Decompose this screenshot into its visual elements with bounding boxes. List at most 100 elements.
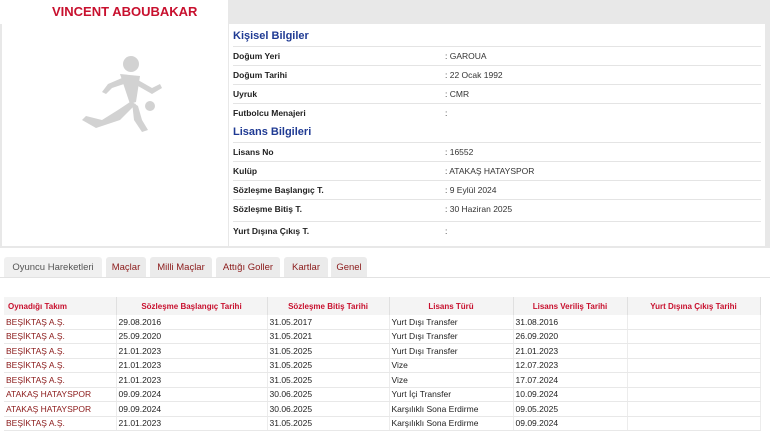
license-date-cell: 09.05.2025 — [513, 401, 628, 417]
abroad-exit-cell — [627, 358, 761, 373]
info-row-contract-end: Sözleşme Bitiş T. : 30 Haziran 2025 — [233, 199, 761, 218]
contract-start-cell: 09.09.2024 — [116, 387, 268, 402]
column-header-license-date: Lisans Veriliş Tarihi — [513, 297, 628, 315]
team-cell[interactable]: ATAKAŞ HATAYSPOR — [4, 401, 117, 417]
abroad-exit-cell — [627, 401, 761, 417]
abroad-exit-cell — [627, 372, 761, 388]
license-type-cell: Yurt Dışı Transfer — [389, 315, 514, 330]
license-date-cell: 09.09.2024 — [513, 416, 628, 431]
license-type-cell: Karşılıklı Sona Erdirme — [389, 401, 514, 417]
info-value: : GAROUA — [445, 51, 487, 61]
abroad-exit-cell — [627, 387, 761, 402]
abroad-exit-cell — [627, 416, 761, 431]
contract-start-cell: 21.01.2023 — [116, 343, 268, 359]
contract-end-cell: 31.05.2021 — [267, 329, 390, 344]
contract-start-cell: 21.01.2023 — [116, 372, 268, 388]
info-label: Doğum Tarihi — [233, 70, 288, 80]
table-header-row: Oynadığı Takım Sözleşme Başlangıç Tarihi… — [4, 297, 761, 315]
table-row: ATAKAŞ HATAYSPOR 09.09.2024 30.06.2025 K… — [4, 401, 761, 417]
table-row: BEŞİKTAŞ A.Ş. 21.01.2023 31.05.2025 Vize… — [4, 358, 761, 373]
license-type-cell: Yurt Dışı Transfer — [389, 329, 514, 344]
table-row: BEŞİKTAŞ A.Ş. 21.01.2023 31.05.2025 Karş… — [4, 416, 761, 431]
info-value: : ATAKAŞ HATAYSPOR — [445, 166, 535, 176]
contract-start-cell: 25.09.2020 — [116, 329, 268, 344]
team-cell[interactable]: BEŞİKTAŞ A.Ş. — [4, 358, 117, 373]
info-value: : — [445, 226, 448, 236]
info-label: Yurt Dışına Çıkış T. — [233, 226, 310, 236]
table-row: BEŞİKTAŞ A.Ş. 29.08.2016 31.05.2017 Yurt… — [4, 315, 761, 330]
column-header-contract-end: Sözleşme Bitiş Tarihi — [267, 297, 390, 315]
player-photo-area — [2, 24, 228, 246]
contract-start-cell: 21.01.2023 — [116, 358, 268, 373]
info-label: Sözleşme Başlangıç T. — [233, 185, 324, 195]
info-row-license-no: Lisans No : 16552 — [233, 142, 761, 161]
info-label: Kulüp — [233, 166, 258, 176]
license-date-cell: 21.01.2023 — [513, 343, 628, 359]
license-date-cell: 12.07.2023 — [513, 358, 628, 373]
info-row-nationality: Uyruk : CMR — [233, 84, 761, 103]
contract-end-cell: 31.05.2025 — [267, 416, 390, 431]
license-date-cell: 10.09.2024 — [513, 387, 628, 402]
license-date-cell: 26.09.2020 — [513, 329, 628, 344]
contract-start-cell: 21.01.2023 — [116, 416, 268, 431]
info-value: : — [445, 108, 448, 118]
player-name-tab: VINCENT ABOUBAKAR — [0, 0, 228, 24]
team-cell[interactable]: BEŞİKTAŞ A.Ş. — [4, 372, 117, 388]
table-row: BEŞİKTAŞ A.Ş. 25.09.2020 31.05.2021 Yurt… — [4, 329, 761, 344]
tab-divider — [0, 277, 770, 278]
info-row-club: Kulüp : ATAKAŞ HATAYSPOR — [233, 161, 761, 180]
team-cell[interactable]: BEŞİKTAŞ A.Ş. — [4, 329, 117, 344]
contract-end-cell: 31.05.2025 — [267, 372, 390, 388]
info-row-contract-start: Sözleşme Başlangıç T. : 9 Eylül 2024 — [233, 180, 761, 199]
abroad-exit-cell — [627, 343, 761, 359]
player-details: Kişisel Bilgiler Doğum Yeri : GAROUA Doğ… — [229, 24, 765, 246]
column-header-contract-start: Sözleşme Başlangıç Tarihi — [116, 297, 268, 315]
contract-start-cell: 29.08.2016 — [116, 315, 268, 330]
info-value: : 30 Haziran 2025 — [445, 204, 513, 214]
info-label: Uyruk — [233, 89, 258, 99]
contract-end-cell: 31.05.2025 — [267, 343, 390, 359]
team-cell[interactable]: ATAKAŞ HATAYSPOR — [4, 387, 117, 402]
player-silhouette-icon — [82, 56, 162, 132]
info-value: : 9 Eylül 2024 — [445, 185, 497, 195]
column-header-license-type: Lisans Türü — [389, 297, 514, 315]
team-cell[interactable]: BEŞİKTAŞ A.Ş. — [4, 343, 117, 359]
table-row: ATAKAŞ HATAYSPOR 09.09.2024 30.06.2025 Y… — [4, 387, 761, 402]
team-cell[interactable]: BEŞİKTAŞ A.Ş. — [4, 416, 117, 431]
contract-start-cell: 09.09.2024 — [116, 401, 268, 417]
info-label: Lisans No — [233, 147, 274, 157]
team-cell[interactable]: BEŞİKTAŞ A.Ş. — [4, 315, 117, 330]
abroad-exit-cell — [627, 315, 761, 330]
tab-player-movements[interactable]: Oyuncu Hareketleri — [4, 257, 102, 277]
table-row: BEŞİKTAŞ A.Ş. 21.01.2023 31.05.2025 Yurt… — [4, 343, 761, 359]
tab-general[interactable]: Genel — [331, 257, 367, 277]
player-name: VINCENT ABOUBAKAR — [52, 4, 198, 19]
movements-table: Oynadığı Takım Sözleşme Başlangıç Tarihi… — [4, 297, 761, 431]
contract-end-cell: 31.05.2025 — [267, 358, 390, 373]
license-type-cell: Yurt Dışı Transfer — [389, 343, 514, 359]
tab-matches[interactable]: Maçlar — [106, 257, 146, 277]
tab-goals[interactable]: Attığı Goller — [216, 257, 280, 277]
table-row: BEŞİKTAŞ A.Ş. 21.01.2023 31.05.2025 Vize… — [4, 372, 761, 388]
info-row-abroad-exit: Yurt Dışına Çıkış T. : — [233, 221, 761, 240]
tab-cards[interactable]: Kartlar — [284, 257, 328, 277]
license-type-cell: Vize — [389, 372, 514, 388]
tab-bar: Oyuncu Hareketleri Maçlar Milli Maçlar A… — [0, 254, 770, 278]
license-info-title: Lisans Bilgileri — [233, 126, 312, 138]
info-label: Sözleşme Bitiş T. — [233, 204, 302, 214]
license-type-cell: Yurt İçi Transfer — [389, 387, 514, 402]
tab-national-matches[interactable]: Milli Maçlar — [150, 257, 212, 277]
license-date-cell: 17.07.2024 — [513, 372, 628, 388]
abroad-exit-cell — [627, 329, 761, 344]
column-header-team: Oynadığı Takım — [4, 297, 117, 315]
license-date-cell: 31.08.2016 — [513, 315, 628, 330]
info-row-birthplace: Doğum Yeri : GAROUA — [233, 46, 761, 65]
info-label: Futbolcu Menajeri — [233, 108, 306, 118]
contract-end-cell: 30.06.2025 — [267, 387, 390, 402]
contract-end-cell: 31.05.2017 — [267, 315, 390, 330]
info-value: : 16552 — [445, 147, 474, 157]
info-value: : 22 Ocak 1992 — [445, 70, 503, 80]
column-header-abroad-exit: Yurt Dışına Çıkış Tarihi — [627, 297, 761, 315]
contract-end-cell: 30.06.2025 — [267, 401, 390, 417]
info-value: : CMR — [445, 89, 470, 99]
